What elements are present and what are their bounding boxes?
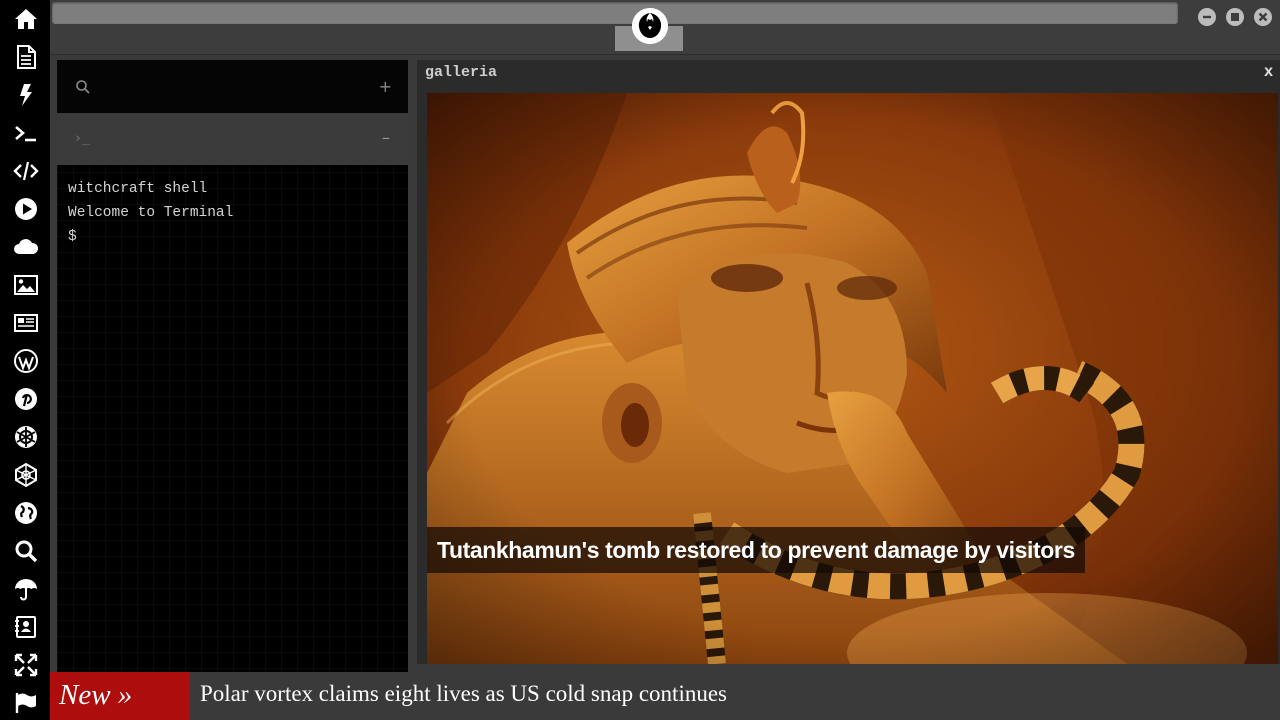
home-icon[interactable] [13,6,39,32]
newspaper-icon[interactable] [13,310,39,336]
app-dock [0,0,50,720]
gallery-photo[interactable] [427,93,1278,664]
umbrella-icon[interactable] [13,576,39,602]
galleria-window: galleria x Tutankhamun's tomb restored t… [417,60,1280,664]
address-bar[interactable] [52,2,1178,24]
terminal-search-bar[interactable]: + [57,60,408,113]
rebel-alliance-logo[interactable] [632,8,668,44]
terminal-output[interactable]: witchcraft shell Welcome to Terminal $ [68,177,233,249]
close-icon[interactable] [1254,8,1272,26]
image-icon[interactable] [13,272,39,298]
terminal-tab[interactable]: ›_ – [57,113,408,165]
top-bar [50,0,1280,55]
cloud-icon[interactable] [13,234,39,260]
wordpress-icon[interactable] [13,348,39,374]
maximize-icon[interactable] [1226,8,1244,26]
terminal-line: witchcraft shell [68,181,208,197]
rebel-alliance-icon[interactable] [13,424,39,450]
document-icon[interactable] [13,44,39,70]
add-session-button[interactable]: + [379,77,392,96]
photo-caption[interactable]: Tutankhamun's tomb restored to prevent d… [427,527,1085,573]
terminal-icon[interactable] [13,120,39,146]
close-window-button[interactable]: x [1264,63,1273,81]
terminal-line: Welcome to Terminal [68,205,234,221]
flag-icon[interactable] [13,690,39,716]
minimize-icon[interactable] [1198,8,1216,26]
lightning-icon[interactable] [13,82,39,108]
search-icon[interactable] [13,538,39,564]
contact-book-icon[interactable] [13,614,39,640]
ticker-headline[interactable]: Polar vortex claims eight lives as US co… [200,672,727,716]
news-ticker: New » Polar vortex claims eight lives as… [50,672,1280,720]
pinterest-icon[interactable] [13,386,39,412]
play-icon[interactable] [13,196,39,222]
ticker-badge[interactable]: New » [50,672,190,720]
fullscreen-icon[interactable] [13,652,39,678]
terminal-prompt: $ [68,229,77,245]
terminal-tab-prompt: ›_ [74,131,90,146]
code-icon[interactable] [13,158,39,184]
search-icon[interactable] [75,79,91,95]
empire-icon[interactable] [13,462,39,488]
terminal-panel: + ›_ – witchcraft shell Welcome to Termi… [57,60,408,672]
close-session-button[interactable]: – [382,128,390,147]
window-title: galleria [425,64,498,81]
globe-icon[interactable] [13,500,39,526]
